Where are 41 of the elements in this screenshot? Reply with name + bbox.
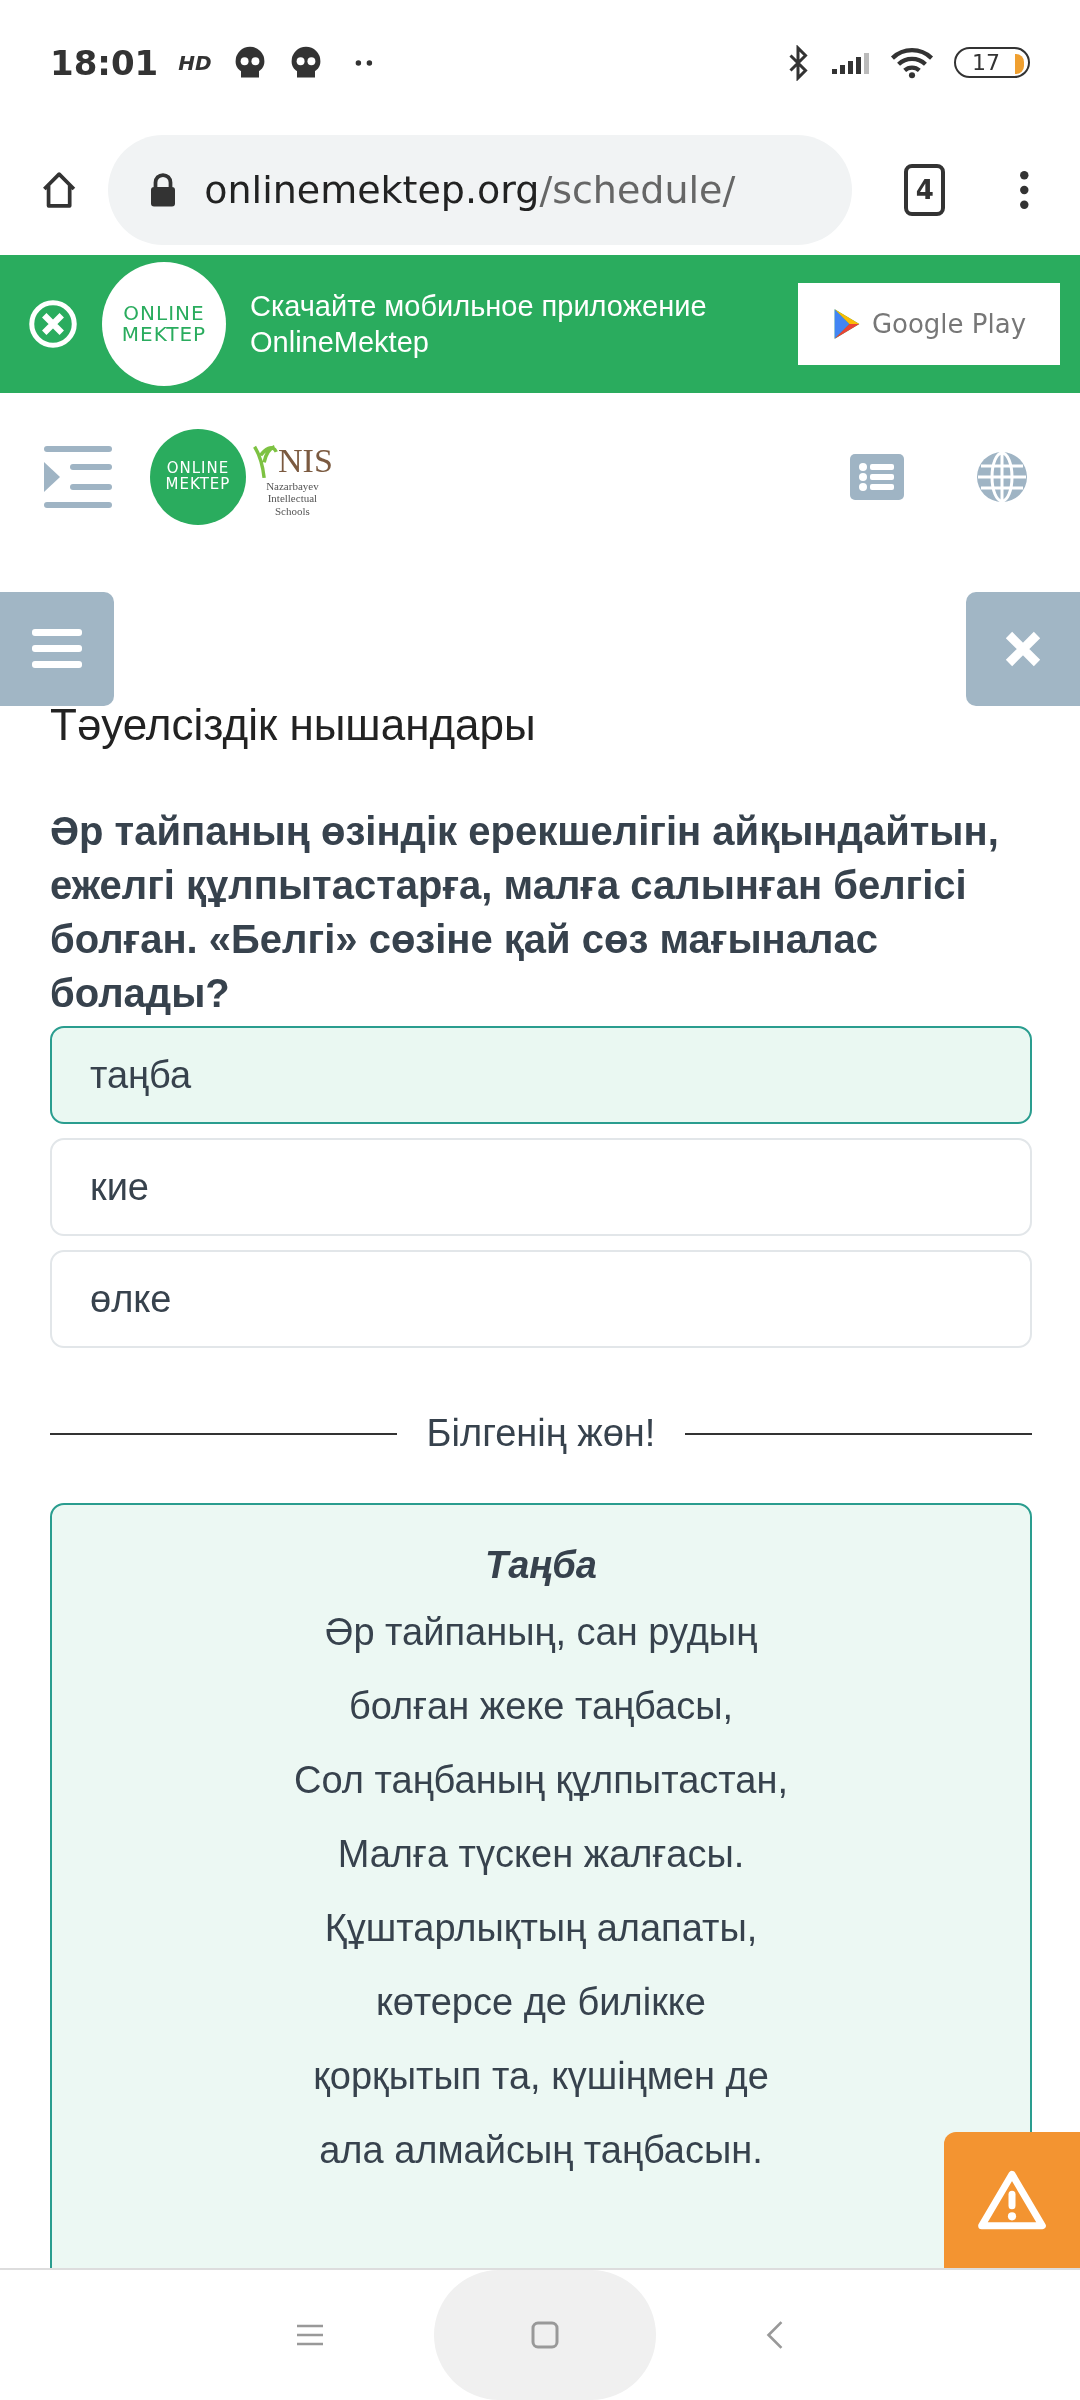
close-icon[interactable] [28,299,78,349]
nis-subtitle: Nazarbayev [266,479,319,493]
report-button[interactable] [944,2132,1080,2268]
warning-icon [977,2169,1047,2231]
list-icon[interactable] [850,453,904,500]
answer-option[interactable]: таңба [50,1026,1032,1124]
menu-button[interactable] [0,592,114,706]
google-play-button[interactable]: Google Play [798,283,1060,365]
status-time: 18:01 [50,42,159,83]
nis-subtitle: Schools [274,504,310,518]
poem-line: Малға түскен жалғасы. [337,1832,745,1877]
battery-indicator: 17 [954,47,1030,78]
hd-indicator: HD [178,50,212,75]
poem-line: Құштарлықтың алапаты, [324,1906,758,1951]
tab-count-button[interactable]: 4 [904,164,946,216]
square-icon [531,2321,559,2349]
address-bar[interactable]: onlinemektep.org/schedule/ [108,135,853,245]
logo: ONLINE MEKTEP [150,428,246,525]
close-icon [1003,629,1043,669]
back-icon[interactable] [766,2320,784,2350]
poem-line: қорқытып та, күшіңмен де [313,2054,769,2099]
menu-icon [32,627,82,671]
logo: ONLINE MEKTEP [102,262,226,386]
poem-line: ала алмайсың таңбасын. [319,2128,763,2173]
close-button[interactable] [966,592,1080,706]
question-text: Әр тайпаның өзіндік ерекшелігін айқындайтын, ежелгі құлпытастарға, малға салынған белгісі болған. «Белгі» сөзіне қай сөз мағыналас болады? [50,808,1000,1017]
poem-title: Таңба [485,1543,597,1588]
banner-text: Скачайте мобильное приложение OnlineMektep [250,288,708,360]
poem-line: болған жеке таңбасы, [348,1684,734,1729]
poem-line: көтерсе де билікке [376,1980,706,2025]
globe-icon[interactable] [976,450,1028,503]
nis-logo-text: NIS [278,441,333,480]
bluetooth-icon [786,44,810,81]
poem-line: Әр тайпаның, сан рудың [324,1610,758,1655]
nis-subtitle: Intellectual [267,492,318,505]
lesson-title: Тәуелсіздік нышандары [50,700,537,750]
divider-label: Білгенің жөн! [426,1412,656,1455]
answer-option[interactable]: өлке [50,1250,1032,1348]
menu-indent-icon[interactable] [42,443,112,510]
poem-line: Сол таңбаның құлпытастан, [294,1758,788,1803]
answer-option[interactable]: кие [50,1138,1032,1236]
